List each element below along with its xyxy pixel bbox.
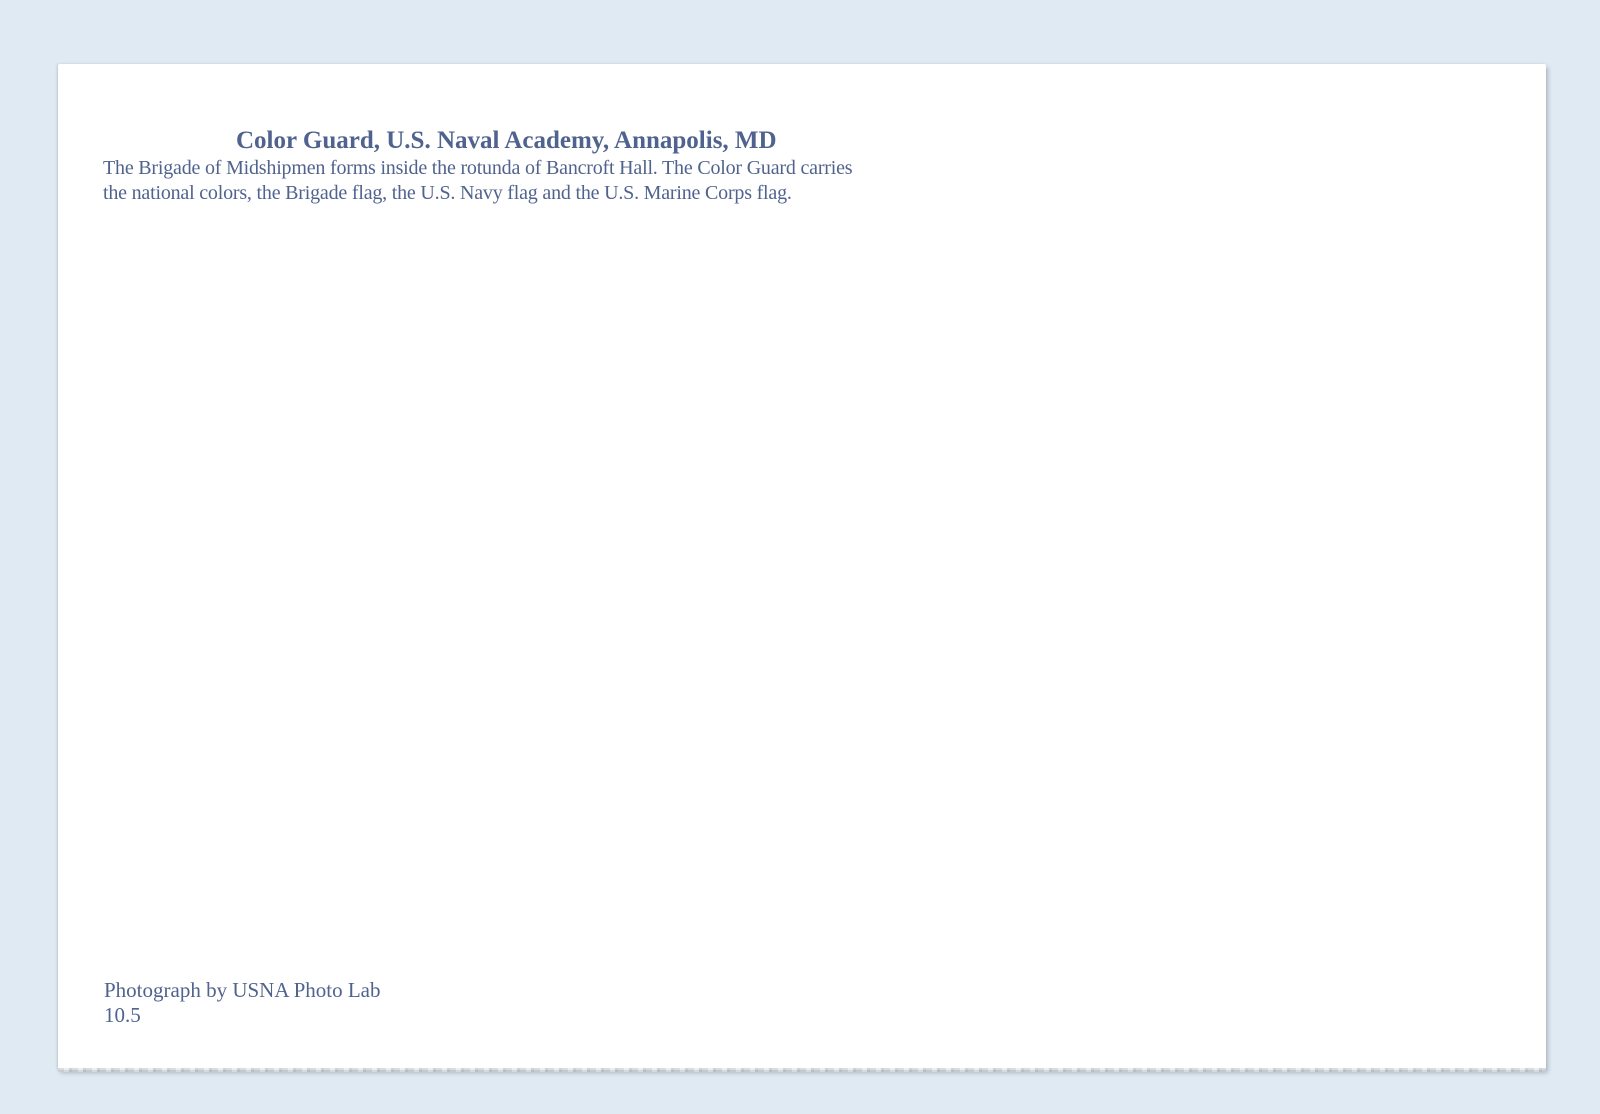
card-code: 10.5 xyxy=(104,1003,141,1027)
caption-text: The Brigade of Midshipmen forms inside t… xyxy=(103,156,983,206)
caption-line-1: The Brigade of Midshipmen forms inside t… xyxy=(103,157,853,179)
caption-line-2: the national colors, the Brigade flag, t… xyxy=(103,182,792,204)
caption-block: Color Guard, U.S. Naval Academy, Annapol… xyxy=(103,126,983,206)
photographer-credit: Photograph by USNA Photo Lab xyxy=(104,978,381,1002)
photo-credit: Photograph by USNA Photo Lab 10.5 xyxy=(104,978,381,1028)
postcard-back: Color Guard, U.S. Naval Academy, Annapol… xyxy=(58,64,1546,1072)
caption-title: Color Guard, U.S. Naval Academy, Annapol… xyxy=(236,127,777,154)
